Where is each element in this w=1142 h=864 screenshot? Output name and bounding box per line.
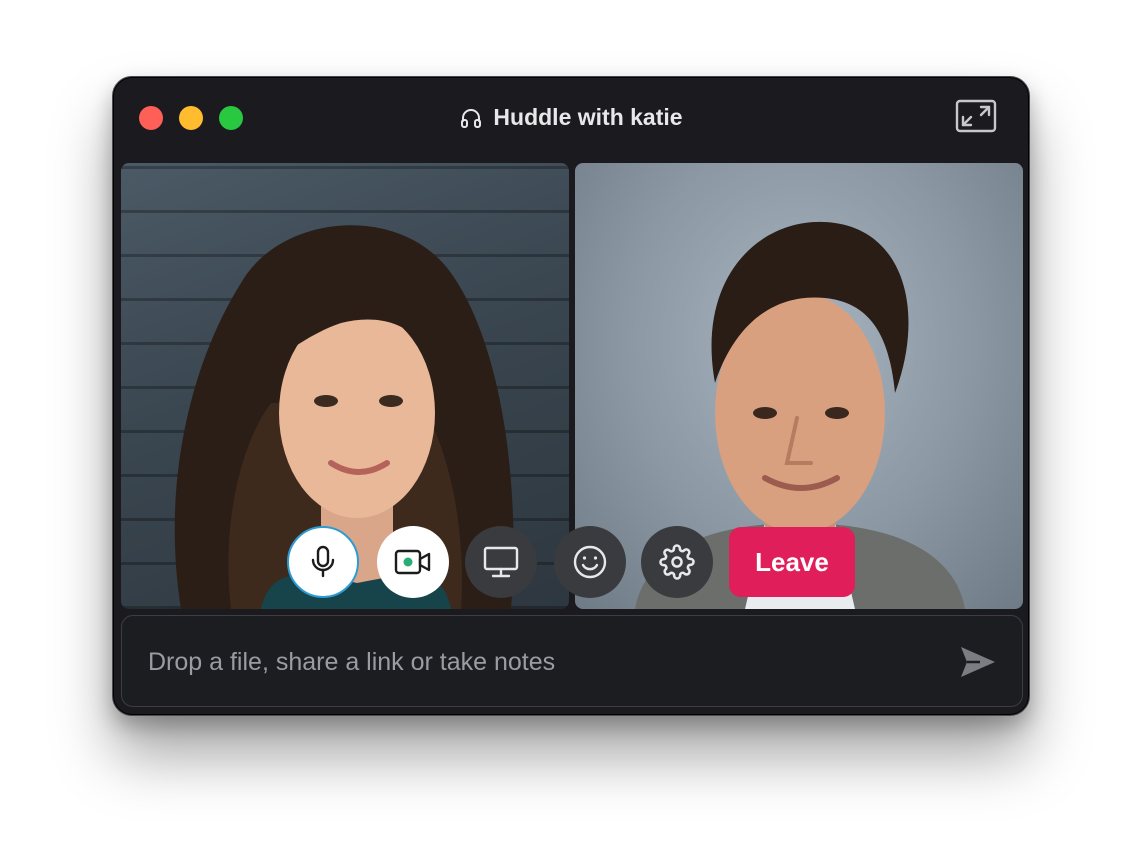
- send-icon: [961, 647, 995, 677]
- leave-huddle-button[interactable]: Leave: [729, 527, 855, 597]
- smiley-icon: [573, 545, 607, 579]
- title-bar: Huddle with katie: [113, 77, 1029, 159]
- fullscreen-button[interactable]: [955, 99, 997, 133]
- emoji-reaction-button[interactable]: [554, 526, 626, 598]
- screen-share-icon: [483, 546, 519, 578]
- huddle-window: Huddle with katie Leave Drop a file, sha…: [112, 76, 1030, 716]
- gear-icon: [659, 544, 695, 580]
- window-title: Huddle with katie: [113, 104, 1029, 131]
- mute-microphone-button[interactable]: [287, 526, 359, 598]
- share-screen-button[interactable]: [465, 526, 537, 598]
- window-title-text: Huddle with katie: [493, 104, 683, 130]
- headphones-icon: [459, 106, 483, 130]
- send-button[interactable]: [958, 644, 998, 680]
- settings-button[interactable]: [641, 526, 713, 598]
- microphone-icon: [311, 545, 335, 578]
- notes-input[interactable]: [146, 636, 930, 688]
- call-controls: Leave: [113, 526, 1029, 600]
- video-camera-icon: [394, 549, 431, 575]
- toggle-video-button[interactable]: [377, 526, 449, 598]
- expand-icon: [955, 99, 997, 133]
- notes-composer: [121, 615, 1023, 707]
